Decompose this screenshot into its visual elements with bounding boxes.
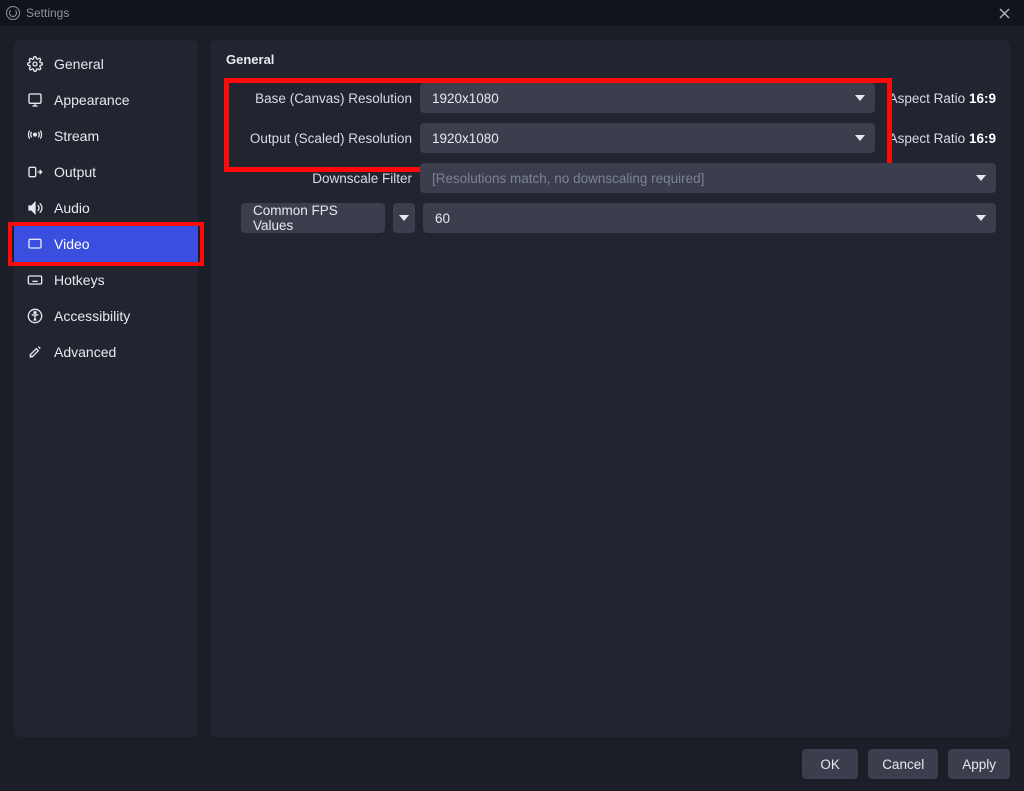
chevron-down-icon <box>855 95 865 101</box>
sidebar-item-advanced[interactable]: Advanced <box>14 334 198 370</box>
base-resolution-dropdown[interactable]: 1920x1080 <box>420 83 875 113</box>
tools-icon <box>26 343 44 361</box>
close-button[interactable] <box>990 3 1018 23</box>
sidebar-item-video[interactable]: Video <box>14 226 198 262</box>
downscale-filter-value: [Resolutions match, no downscaling requi… <box>432 171 704 186</box>
output-resolution-aspect: Aspect Ratio 16:9 <box>883 131 996 146</box>
apply-button[interactable]: Apply <box>948 749 1010 779</box>
row-base-resolution: Base (Canvas) Resolution 1920x1080 Aspec… <box>224 83 996 113</box>
sidebar-item-label: Accessibility <box>54 308 130 324</box>
sidebar-item-appearance[interactable]: Appearance <box>14 82 198 118</box>
sidebar-item-hotkeys[interactable]: Hotkeys <box>14 262 198 298</box>
chevron-down-icon <box>976 175 986 181</box>
row-downscale-filter: Downscale Filter [Resolutions match, no … <box>224 163 996 193</box>
cancel-button[interactable]: Cancel <box>868 749 938 779</box>
output-resolution-label: Output (Scaled) Resolution <box>224 131 412 146</box>
sidebar-item-audio[interactable]: Audio <box>14 190 198 226</box>
base-resolution-aspect: Aspect Ratio 16:9 <box>883 91 996 106</box>
downscale-filter-label: Downscale Filter <box>224 171 412 186</box>
monitor-icon <box>26 235 44 253</box>
titlebar: Settings <box>0 0 1024 26</box>
fps-mode-label: Common FPS Values <box>241 203 385 233</box>
close-icon <box>999 8 1010 19</box>
row-fps: Common FPS Values 60 <box>224 203 996 233</box>
sidebar-item-accessibility[interactable]: Accessibility <box>14 298 198 334</box>
sidebar-item-stream[interactable]: Stream <box>14 118 198 154</box>
row-output-resolution: Output (Scaled) Resolution 1920x1080 Asp… <box>224 123 996 153</box>
sidebar-item-label: Stream <box>54 128 99 144</box>
base-resolution-value: 1920x1080 <box>432 91 499 106</box>
sidebar-item-label: Hotkeys <box>54 272 105 288</box>
base-resolution-label: Base (Canvas) Resolution <box>224 91 412 106</box>
sidebar-item-label: Video <box>54 236 90 252</box>
output-resolution-dropdown[interactable]: 1920x1080 <box>420 123 875 153</box>
chevron-down-icon <box>855 135 865 141</box>
fps-mode-label-text: Common FPS Values <box>253 203 375 233</box>
speaker-icon <box>26 199 44 217</box>
sidebar-item-label: Appearance <box>54 92 130 108</box>
settings-sidebar: General Appearance Stream Output Audio <box>14 40 198 737</box>
sidebar-item-label: Advanced <box>54 344 116 360</box>
gear-icon <box>26 55 44 73</box>
fps-mode-dropdown[interactable] <box>393 203 415 233</box>
sidebar-item-output[interactable]: Output <box>14 154 198 190</box>
keyboard-icon <box>26 271 44 289</box>
section-title-general: General <box>224 52 996 67</box>
broadcast-icon <box>26 127 44 145</box>
chevron-down-icon <box>976 215 986 221</box>
output-resolution-value: 1920x1080 <box>432 131 499 146</box>
accessibility-icon <box>26 307 44 325</box>
paintbrush-icon <box>26 91 44 109</box>
chevron-down-icon <box>399 215 409 221</box>
sidebar-item-label: Output <box>54 164 96 180</box>
sidebar-item-label: Audio <box>54 200 90 216</box>
fps-value-dropdown[interactable]: 60 <box>423 203 996 233</box>
sidebar-item-general[interactable]: General <box>14 46 198 82</box>
downscale-filter-dropdown[interactable]: [Resolutions match, no downscaling requi… <box>420 163 996 193</box>
ok-button[interactable]: OK <box>802 749 858 779</box>
sidebar-item-label: General <box>54 56 104 72</box>
fps-value-text: 60 <box>435 211 450 226</box>
output-icon <box>26 163 44 181</box>
obs-logo-icon <box>6 6 20 20</box>
settings-panel-video: General Base (Canvas) Resolution 1920x10… <box>210 40 1010 737</box>
window-title: Settings <box>26 6 69 20</box>
dialog-footer: OK Cancel Apply <box>0 737 1024 791</box>
